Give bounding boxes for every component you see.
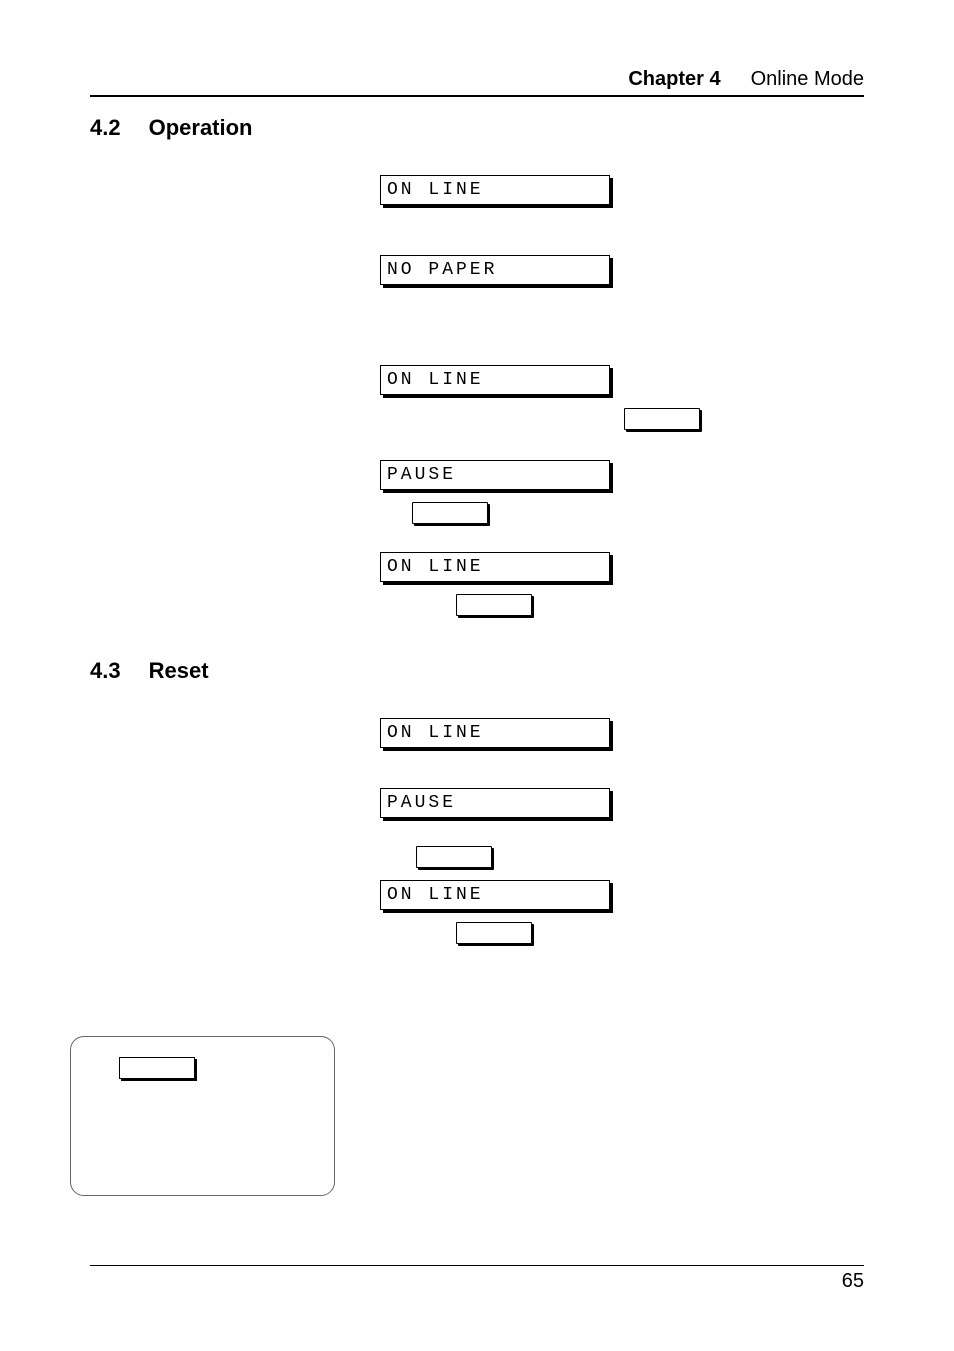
chapter-label: Chapter 4 <box>628 68 720 91</box>
operation-display-column: ON LINE NO PAPER ON LINE PAUSE ON LINE <box>380 175 864 628</box>
lcd-display: ON LINE <box>380 552 610 582</box>
printer-key-icon <box>456 594 532 616</box>
key-row <box>456 594 864 616</box>
lcd-display: PAUSE <box>380 788 610 818</box>
document-page: Chapter 4 Online Mode 4.2 Operation ON L… <box>0 0 954 1351</box>
section-number: 4.3 <box>90 658 121 684</box>
key-row <box>624 408 864 430</box>
section-heading-reset: 4.3 Reset <box>90 658 864 684</box>
lcd-display: ON LINE <box>380 880 610 910</box>
key-row <box>416 846 864 868</box>
lcd-display: ON LINE <box>380 365 610 395</box>
page-footer: 65 <box>90 1265 864 1293</box>
note-box <box>70 1036 335 1196</box>
key-row <box>412 502 864 524</box>
page-number: 65 <box>842 1270 864 1292</box>
chapter-title: Online Mode <box>751 68 864 91</box>
lcd-display: PAUSE <box>380 460 610 490</box>
key-row <box>456 922 864 944</box>
section-title: Operation <box>149 115 253 141</box>
printer-key-icon <box>456 922 532 944</box>
page-header: Chapter 4 Online Mode <box>90 68 864 97</box>
reset-display-column: ON LINE PAUSE ON LINE <box>380 718 864 956</box>
printer-key-icon <box>624 408 700 430</box>
lcd-display: NO PAPER <box>380 255 610 285</box>
printer-key-icon <box>416 846 492 868</box>
section-title: Reset <box>149 658 209 684</box>
section-heading-operation: 4.2 Operation <box>90 115 864 141</box>
section-number: 4.2 <box>90 115 121 141</box>
printer-key-icon <box>412 502 488 524</box>
lcd-display: ON LINE <box>380 718 610 748</box>
lcd-display: ON LINE <box>380 175 610 205</box>
printer-key-icon <box>119 1057 195 1079</box>
